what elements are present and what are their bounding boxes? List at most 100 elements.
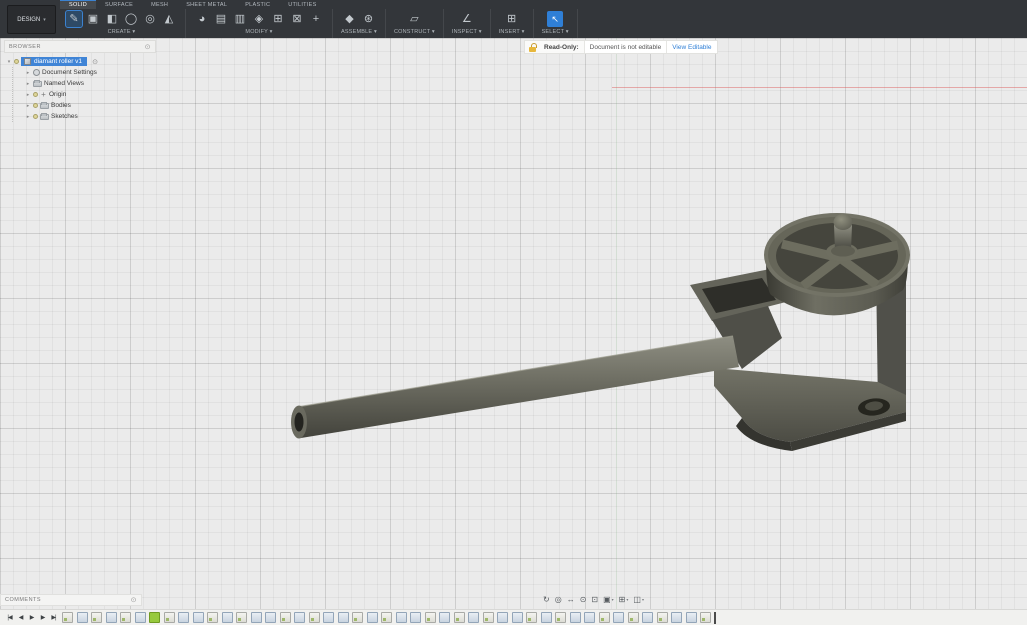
timeline-feature-17[interactable] xyxy=(294,612,305,623)
timeline-feature-45[interactable] xyxy=(700,612,711,623)
browser-item-document-settings[interactable]: ▸Document Settings xyxy=(13,67,156,78)
new-component-icon[interactable]: ◆ xyxy=(341,11,357,27)
expand-caret-icon[interactable]: ▸ xyxy=(25,114,31,120)
visibility-bulb-icon[interactable] xyxy=(14,59,19,64)
timeline-feature-30[interactable] xyxy=(483,612,494,623)
go-to-start-button[interactable]: |◀ xyxy=(5,614,14,621)
insert-icon[interactable]: ⊞ xyxy=(504,11,520,27)
timeline-feature-11[interactable] xyxy=(207,612,218,623)
create-sketch-icon[interactable]: ✎ xyxy=(66,11,82,27)
timeline-feature-44[interactable] xyxy=(686,612,697,623)
sphere-icon[interactable]: ◯ xyxy=(123,11,139,27)
timeline-feature-23[interactable] xyxy=(381,612,392,623)
timeline-feature-32[interactable] xyxy=(512,612,523,623)
visibility-bulb-icon[interactable] xyxy=(33,114,38,119)
timeline-feature-19[interactable] xyxy=(323,612,334,623)
timeline-feature-7[interactable] xyxy=(149,612,160,623)
timeline-feature-24[interactable] xyxy=(396,612,407,623)
timeline-feature-18[interactable] xyxy=(309,612,320,623)
toolbar-group-label-modify[interactable]: MODIFY ▾ xyxy=(245,29,272,35)
joint-icon[interactable]: ⊛ xyxy=(360,11,376,27)
torus-icon[interactable]: ◎ xyxy=(142,11,158,27)
fit-button[interactable]: ⊡ xyxy=(591,593,598,606)
timeline-feature-41[interactable] xyxy=(642,612,653,623)
timeline-feature-28[interactable] xyxy=(454,612,465,623)
timeline-feature-40[interactable] xyxy=(628,612,639,623)
timeline-feature-43[interactable] xyxy=(671,612,682,623)
timeline-feature-3[interactable] xyxy=(91,612,102,623)
shell-icon[interactable]: ▥ xyxy=(232,11,248,27)
timeline-feature-1[interactable] xyxy=(62,612,73,623)
timeline-feature-21[interactable] xyxy=(352,612,363,623)
timeline-feature-38[interactable] xyxy=(599,612,610,623)
select-icon[interactable]: ↖ xyxy=(547,11,563,27)
step-back-button[interactable]: ◀ xyxy=(16,614,25,621)
comments-panel[interactable]: COMMENTS ⊙ xyxy=(0,594,142,606)
browser-item-bodies[interactable]: ▸Bodies xyxy=(13,100,156,111)
timeline-feature-9[interactable] xyxy=(178,612,189,623)
zoom-button[interactable]: ⊙ xyxy=(580,593,587,606)
orbit-button[interactable]: ↻ xyxy=(543,593,550,606)
browser-item-root-component[interactable]: ▾ diamant roller v1 ⊙ xyxy=(6,56,156,67)
grid-layout-button[interactable]: ⊞▾ xyxy=(619,593,629,606)
fillet-icon[interactable]: ▤ xyxy=(213,11,229,27)
toolbar-group-label-assemble[interactable]: ASSEMBLE ▾ xyxy=(341,29,377,35)
timeline-feature-5[interactable] xyxy=(120,612,131,623)
timeline-feature-33[interactable] xyxy=(526,612,537,623)
expand-caret-icon[interactable]: ▸ xyxy=(25,81,31,87)
press-pull-icon[interactable]: ◕ xyxy=(194,11,210,27)
viewports-button[interactable]: ◫▾ xyxy=(633,593,644,606)
browser-item-origin[interactable]: ▸Origin xyxy=(13,89,156,100)
step-forward-button[interactable]: ▶ xyxy=(38,614,47,621)
tab-surface[interactable]: SURFACE xyxy=(96,0,142,9)
viewport-canvas[interactable] xyxy=(0,38,1027,610)
timeline-feature-4[interactable] xyxy=(106,612,117,623)
split-body-icon[interactable]: ⊞ xyxy=(270,11,286,27)
browser-item-named-views[interactable]: ▸Named Views xyxy=(13,78,156,89)
tab-plastic[interactable]: PLASTIC xyxy=(236,0,279,9)
timeline-feature-2[interactable] xyxy=(77,612,88,623)
construction-plane-icon[interactable]: ▱ xyxy=(406,11,422,27)
pan-button[interactable]: ↔ xyxy=(567,593,575,606)
browser-item-sketches[interactable]: ▸Sketches xyxy=(13,111,156,122)
look-at-button[interactable]: ◎ xyxy=(555,593,562,606)
toolbar-group-label-insert[interactable]: INSERT ▾ xyxy=(499,29,525,35)
visibility-bulb-icon[interactable] xyxy=(33,92,38,97)
timeline-feature-20[interactable] xyxy=(338,612,349,623)
toolbar-group-label-select[interactable]: SELECT ▾ xyxy=(542,29,569,35)
timeline-feature-16[interactable] xyxy=(280,612,291,623)
combine-icon[interactable]: ◈ xyxy=(251,11,267,27)
timeline-feature-26[interactable] xyxy=(425,612,436,623)
tab-solid[interactable]: SOLID xyxy=(60,0,96,9)
toolbar-group-label-inspect[interactable]: INSPECT ▾ xyxy=(452,29,482,35)
timeline-feature-42[interactable] xyxy=(657,612,668,623)
timeline-feature-36[interactable] xyxy=(570,612,581,623)
timeline-feature-31[interactable] xyxy=(497,612,508,623)
component-activate-icon[interactable]: ⊙ xyxy=(92,58,98,66)
browser-header[interactable]: BROWSER ⊙ xyxy=(4,40,156,53)
cylinder-icon[interactable]: ◧ xyxy=(104,11,120,27)
timeline-feature-34[interactable] xyxy=(541,612,552,623)
browser-settings-icon[interactable]: ⊙ xyxy=(145,43,151,51)
view-editable-link[interactable]: View Editable xyxy=(666,41,716,53)
tab-mesh[interactable]: MESH xyxy=(142,0,177,9)
delete-icon[interactable]: ⊠ xyxy=(289,11,305,27)
tab-utilities[interactable]: UTILITIES xyxy=(279,0,325,9)
timeline-feature-22[interactable] xyxy=(367,612,378,623)
timeline-feature-29[interactable] xyxy=(468,612,479,623)
timeline-feature-14[interactable] xyxy=(251,612,262,623)
timeline-feature-27[interactable] xyxy=(439,612,450,623)
timeline-feature-35[interactable] xyxy=(555,612,566,623)
toolbar-group-label-construct[interactable]: CONSTRUCT ▾ xyxy=(394,29,435,35)
model-3d-diamant-roller[interactable] xyxy=(0,38,1027,610)
timeline-feature-25[interactable] xyxy=(410,612,421,623)
coil-icon[interactable]: ◭ xyxy=(161,11,177,27)
timeline-feature-39[interactable] xyxy=(613,612,624,623)
timeline-feature-15[interactable] xyxy=(265,612,276,623)
expand-caret-icon[interactable]: ▾ xyxy=(6,59,12,65)
toolbar-group-label-create[interactable]: CREATE ▾ xyxy=(108,29,136,35)
expand-caret-icon[interactable]: ▸ xyxy=(25,92,31,98)
timeline-feature-13[interactable] xyxy=(236,612,247,623)
dropdown-caret-icon[interactable]: ▾ xyxy=(626,593,628,606)
box-icon[interactable]: ▣ xyxy=(85,11,101,27)
